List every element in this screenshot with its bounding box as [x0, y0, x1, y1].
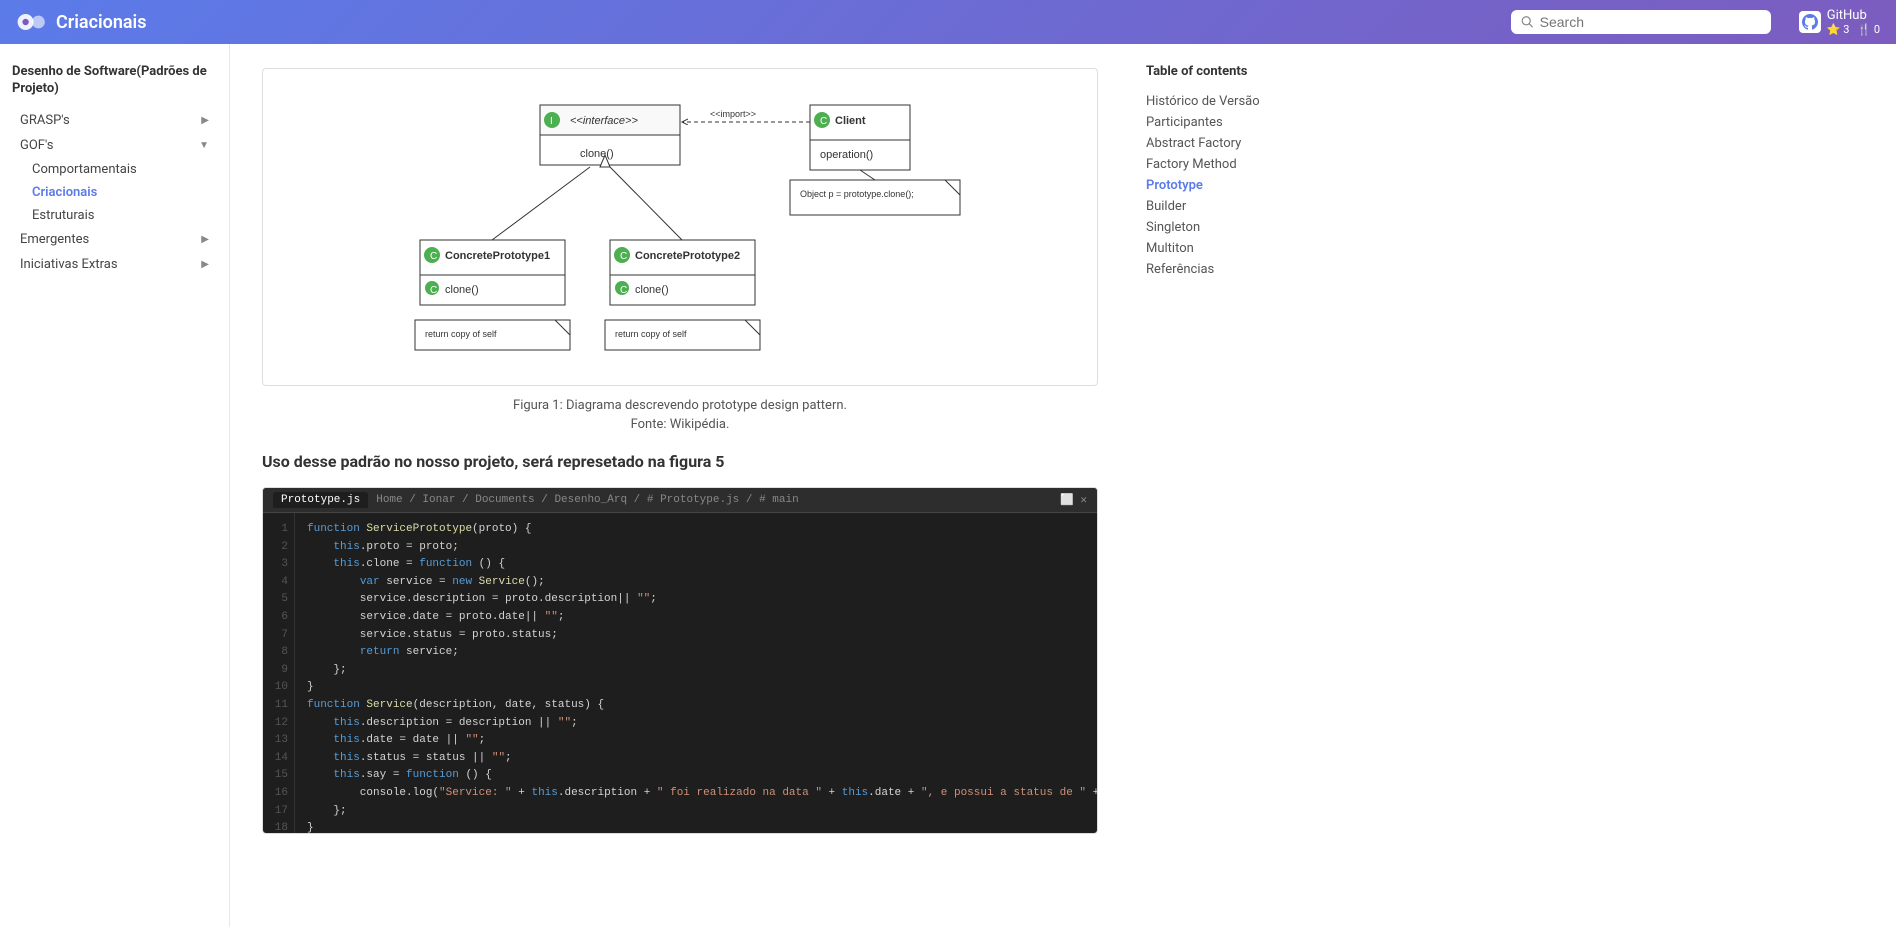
toc-title: Table of contents	[1146, 64, 1314, 79]
github-stars: ⭐ 3	[1827, 23, 1850, 36]
sidebar-item-label-emergentes: Emergentes	[20, 232, 89, 247]
diagram-container: I <<interface>> Prototype clone() C Clie…	[262, 68, 1098, 386]
svg-text:clone(): clone()	[580, 148, 614, 160]
svg-text:ConcretePrototype2: ConcretePrototype2	[635, 250, 740, 262]
toc-item-prototype[interactable]: Prototype	[1146, 175, 1314, 196]
svg-text:clone(): clone()	[635, 284, 669, 296]
svg-text:I: I	[550, 116, 553, 127]
svg-text:Object p = prototype.clone();: Object p = prototype.clone();	[800, 189, 914, 199]
svg-text:C: C	[430, 285, 437, 296]
sidebar-item-label-iniciativas: Iniciativas Extras	[20, 257, 118, 272]
usage-heading: Uso desse padrão no nosso projeto, será …	[262, 452, 1098, 471]
top-navbar: Criacionais GitHub ⭐ 3 🍴 0	[0, 0, 1896, 44]
code-tab[interactable]: Prototype.js	[273, 492, 368, 508]
code-body: 1234567891011121314151617181920212223242…	[263, 513, 1097, 833]
github-info: GitHub ⭐ 3 🍴 0	[1827, 8, 1880, 36]
sidebar-item-emergentes[interactable]: Emergentes ▶	[12, 227, 217, 252]
chevron-down-icon: ▼	[199, 140, 209, 151]
sidebar-item-iniciativas[interactable]: Iniciativas Extras ▶	[12, 252, 217, 277]
toc-item-multiton[interactable]: Multiton	[1146, 238, 1314, 259]
logo-area: Criacionais	[16, 10, 147, 34]
code-lines: function ServicePrototype(proto) { this.…	[295, 513, 1097, 833]
svg-text:ConcretePrototype1: ConcretePrototype1	[445, 250, 550, 262]
search-icon	[1521, 15, 1534, 29]
svg-text:C: C	[620, 285, 627, 296]
uml-diagram: I <<interface>> Prototype clone() C Clie…	[370, 85, 990, 365]
github-label: GitHub	[1827, 8, 1880, 23]
github-area[interactable]: GitHub ⭐ 3 🍴 0	[1799, 8, 1880, 36]
chevron-right-icon-3: ▶	[201, 259, 209, 270]
svg-text:C: C	[430, 251, 437, 262]
svg-text:Client: Client	[835, 115, 866, 127]
sidebar: Desenho de Software(Padrões de Projeto) …	[0, 44, 230, 927]
svg-text:clone(): clone()	[445, 284, 479, 296]
svg-text:C: C	[820, 116, 827, 127]
toc-panel: Table of contents Histórico de Versão Pa…	[1130, 44, 1330, 927]
sidebar-item-comportamentais[interactable]: Comportamentais	[12, 158, 217, 181]
sidebar-item-gofs[interactable]: GOF's ▼	[12, 133, 217, 158]
line-numbers: 1234567891011121314151617181920212223242…	[263, 513, 295, 833]
github-forks: 🍴 0	[1857, 23, 1880, 36]
site-title: Criacionais	[56, 12, 147, 33]
toc-item-historico[interactable]: Histórico de Versão	[1146, 91, 1314, 112]
figure-source: Fonte: Wikipédia.	[262, 417, 1098, 432]
code-titlebar: Prototype.js Home / Ionar / Documents / …	[263, 488, 1097, 513]
chevron-right-icon-2: ▶	[201, 234, 209, 245]
svg-text:operation(): operation()	[820, 149, 873, 161]
sidebar-item-criacionais[interactable]: Criacionais	[12, 181, 217, 204]
page-layout: Desenho de Software(Padrões de Projeto) …	[0, 44, 1896, 927]
toc-item-singleton[interactable]: Singleton	[1146, 217, 1314, 238]
logo-icon	[16, 10, 48, 34]
toc-item-participantes[interactable]: Participantes	[1146, 112, 1314, 133]
sidebar-section-title: Desenho de Software(Padrões de Projeto)	[12, 64, 217, 98]
svg-text:C: C	[620, 251, 627, 262]
sidebar-item-label-grasps: GRASP's	[20, 113, 70, 128]
code-controls: ⬜ ✕	[1060, 493, 1087, 507]
sidebar-item-grasps[interactable]: GRASP's ▶	[12, 108, 217, 133]
svg-text:<<interface>>: <<interface>>	[570, 115, 638, 127]
main-content: I <<interface>> Prototype clone() C Clie…	[230, 44, 1130, 927]
search-input[interactable]	[1540, 14, 1761, 30]
toc-item-referencias[interactable]: Referências	[1146, 259, 1314, 280]
svg-text:<<import>>: <<import>>	[710, 109, 756, 119]
toc-item-factory-method[interactable]: Factory Method	[1146, 154, 1314, 175]
figure-caption: Figura 1: Diagrama descrevendo prototype…	[262, 398, 1098, 413]
toc-item-abstract-factory[interactable]: Abstract Factory	[1146, 133, 1314, 154]
svg-text:return copy of self: return copy of self	[425, 329, 497, 339]
sidebar-item-label-gofs: GOF's	[20, 138, 53, 153]
toc-item-builder[interactable]: Builder	[1146, 196, 1314, 217]
sidebar-item-estruturais[interactable]: Estruturais	[12, 204, 217, 227]
chevron-right-icon: ▶	[201, 115, 209, 126]
github-icon	[1799, 11, 1821, 33]
code-block: Prototype.js Home / Ionar / Documents / …	[262, 487, 1098, 834]
search-box[interactable]	[1511, 10, 1771, 34]
code-breadcrumb: Home / Ionar / Documents / Desenho_Arq /…	[376, 494, 798, 506]
svg-text:return copy of self: return copy of self	[615, 329, 687, 339]
